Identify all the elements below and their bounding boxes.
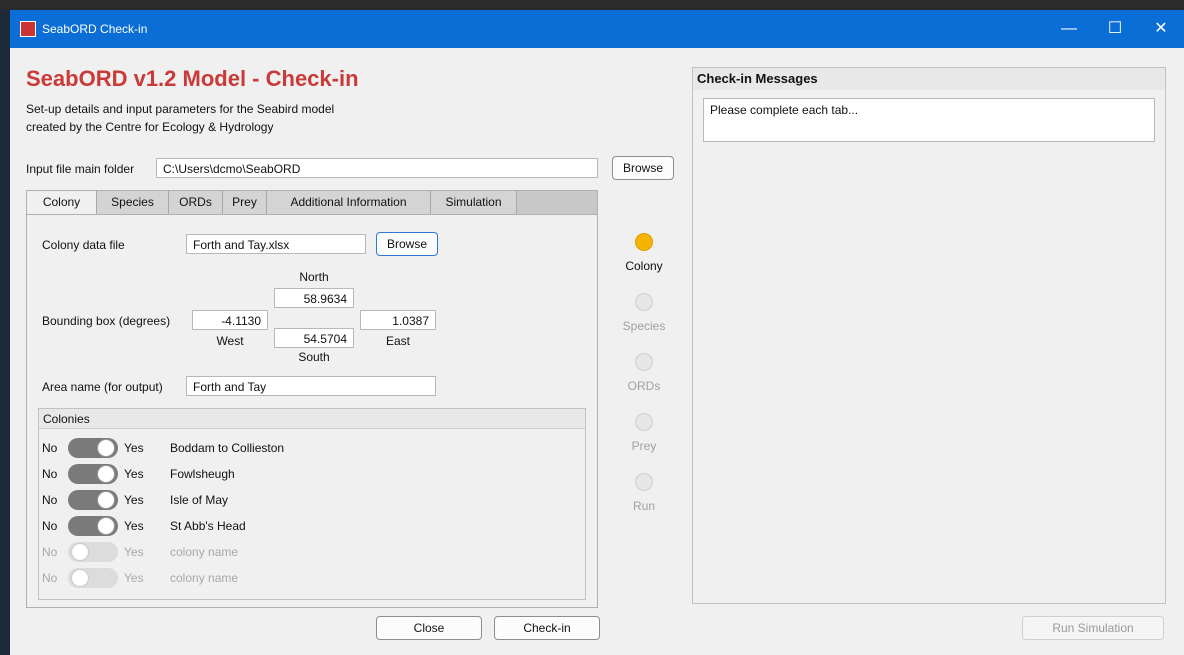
checkin-messages-box[interactable]: Please complete each tab...	[703, 98, 1155, 142]
colony-name: Isle of May	[170, 493, 229, 507]
colony-toggle-switch	[68, 542, 118, 562]
colony-toggle-switch[interactable]	[68, 516, 118, 536]
page-title: SeabORD v1.2 Model - Check-in	[26, 66, 359, 91]
prey-status-label: Prey	[631, 439, 657, 453]
toggle-yes-label: Yes	[124, 441, 144, 455]
input-folder-label: Input file main folder	[26, 162, 135, 176]
maximize-button[interactable]: ☐	[1092, 10, 1138, 48]
app-icon	[20, 21, 36, 37]
description-line-1: Set-up details and input parameters for …	[26, 102, 335, 116]
ords-status-label: ORDs	[627, 379, 661, 393]
east-field[interactable]: 1.0387	[360, 310, 436, 330]
colony-name: Boddam to Collieston	[170, 441, 285, 455]
bounding-box-label: Bounding box (degrees)	[42, 314, 171, 328]
toggle-yes-label: Yes	[124, 571, 144, 585]
toggle-knob	[71, 543, 89, 561]
colony-status-label: Colony	[625, 259, 663, 273]
species-status-lamp-icon	[635, 293, 653, 311]
colony-name: St Abb's Head	[170, 519, 246, 533]
toggle-no-label: No	[42, 467, 58, 481]
toggle-knob	[97, 491, 115, 509]
north-field[interactable]: 58.9634	[274, 288, 354, 308]
run-status-label: Run	[632, 499, 655, 513]
checkin-messages-header: Check-in Messages	[693, 68, 1165, 90]
toggle-knob	[97, 517, 115, 535]
colony-status-lamp-icon	[635, 233, 653, 251]
app-window: SeabORD Check-in — ☐ ✕ SeabORD v1.2 Mode…	[10, 10, 1184, 655]
toggle-no-label: No	[42, 519, 58, 533]
colony-toggle-switch[interactable]	[68, 490, 118, 510]
description-line-2: created by the Centre for Ecology & Hydr…	[26, 120, 274, 134]
run-simulation-button[interactable]: Run Simulation	[1022, 616, 1164, 640]
folder-browse-button[interactable]: Browse	[612, 156, 674, 180]
window-title: SeabORD Check-in	[42, 22, 148, 36]
colony-data-file-label: Colony data file	[42, 238, 125, 252]
toggle-no-label: No	[42, 571, 58, 585]
toggle-yes-label: Yes	[124, 493, 144, 507]
close-window-button[interactable]: ✕	[1138, 10, 1184, 48]
colony-toggle-switch[interactable]	[68, 464, 118, 484]
south-label: South	[298, 350, 330, 364]
colony-toggle-switch	[68, 568, 118, 588]
close-button[interactable]: Close	[376, 616, 482, 640]
toggle-no-label: No	[42, 545, 58, 559]
tab-bar: Colony Species ORDs Prey Additional Info…	[26, 190, 598, 216]
south-field[interactable]: 54.5704	[274, 328, 354, 348]
toggle-knob	[71, 569, 89, 587]
checkin-messages-panel: Check-in Messages Please complete each t…	[692, 67, 1166, 604]
title-bar: SeabORD Check-in — ☐ ✕	[10, 10, 1184, 48]
west-label: West	[216, 334, 244, 348]
colony-toggle-switch[interactable]	[68, 438, 118, 458]
colonies-header: Colonies	[39, 409, 585, 429]
run-status-lamp-icon	[635, 473, 653, 491]
colony-browse-button[interactable]: Browse	[376, 232, 438, 256]
minimize-button[interactable]: —	[1046, 10, 1092, 48]
colony-name: Fowlsheugh	[170, 467, 235, 481]
north-label: North	[299, 270, 329, 284]
east-label: East	[385, 334, 410, 348]
desktop-edge	[0, 0, 1184, 10]
tab-prey[interactable]: Prey	[223, 191, 267, 214]
tab-ords[interactable]: ORDs	[169, 191, 223, 214]
area-name-field[interactable]: Forth and Tay	[186, 376, 436, 396]
toggle-yes-label: Yes	[124, 467, 144, 481]
colonies-panel: Colonies	[38, 408, 586, 600]
toggle-yes-label: Yes	[124, 545, 144, 559]
ords-status-lamp-icon	[635, 353, 653, 371]
colony-name: colony name	[170, 545, 239, 559]
toggle-knob	[97, 439, 115, 457]
colony-name: colony name	[170, 571, 239, 585]
checkin-button[interactable]: Check-in	[494, 616, 600, 640]
tab-additional-information[interactable]: Additional Information	[267, 191, 431, 214]
toggle-no-label: No	[42, 441, 58, 455]
colony-data-file-field[interactable]: Forth and Tay.xlsx	[186, 234, 366, 254]
area-name-label: Area name (for output)	[42, 380, 163, 394]
species-status-label: Species	[622, 319, 666, 333]
input-folder-field[interactable]: C:\Users\dcmo\SeabORD	[156, 158, 598, 178]
west-field[interactable]: -4.1130	[192, 310, 268, 330]
tab-colony[interactable]: Colony	[27, 191, 97, 216]
prey-status-lamp-icon	[635, 413, 653, 431]
toggle-knob	[97, 465, 115, 483]
tab-species[interactable]: Species	[97, 191, 169, 214]
toggle-yes-label: Yes	[124, 519, 144, 533]
toggle-no-label: No	[42, 493, 58, 507]
tab-simulation[interactable]: Simulation	[431, 191, 517, 214]
